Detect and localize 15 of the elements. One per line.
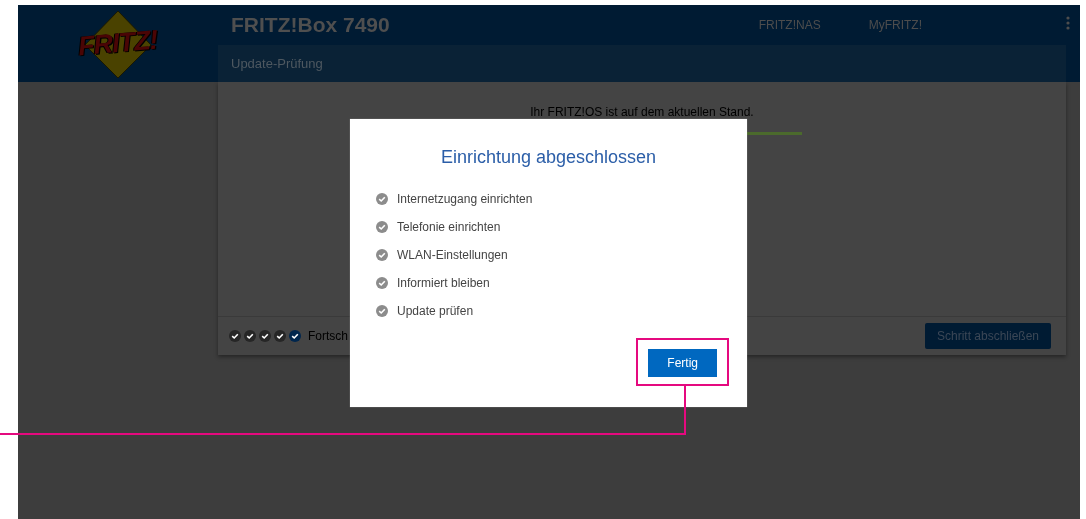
product-title: FRITZ!Box 7490 [230, 13, 391, 37]
checklist-item: WLAN-Einstellungen [397, 248, 508, 262]
nav-link[interactable]: MyFRITZ! [868, 18, 922, 32]
status-message: Ihr FRITZ!OS ist auf dem aktuellen Stand. [530, 105, 754, 119]
checklist-item: Telefonie einrichten [397, 220, 501, 234]
dialog-title: Einrichtung abgeschlossen [439, 147, 658, 168]
done-button[interactable]: Fertig [648, 349, 717, 377]
finish-step-button[interactable]: Schritt abschließen [924, 323, 1051, 349]
nav-link[interactable]: FRITZ!NAS [758, 18, 821, 32]
progress-label: Fortsch [308, 329, 349, 343]
page-title: Update-Prüfung [230, 56, 323, 71]
checklist-item: Informiert bleiben [397, 276, 490, 290]
checklist-item: Update prüfen [397, 304, 474, 318]
checklist-item: Internetzugang einrichten [397, 192, 533, 206]
more-menu-icon[interactable] [1066, 16, 1070, 30]
